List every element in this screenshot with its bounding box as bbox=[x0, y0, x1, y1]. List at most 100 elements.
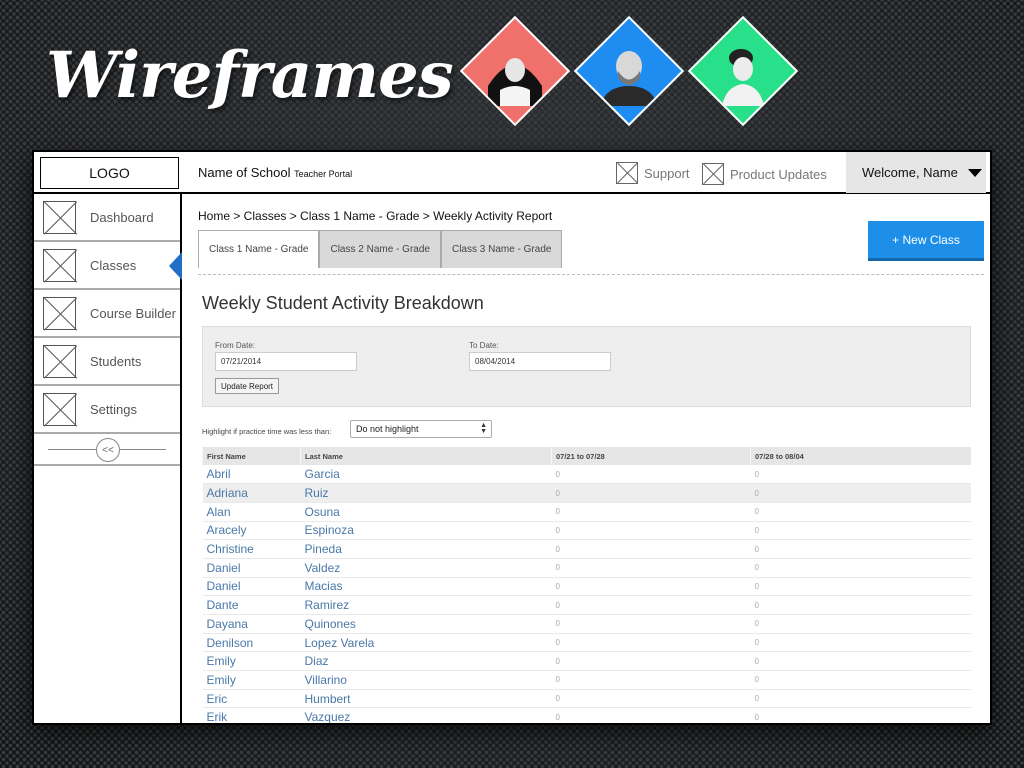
dashboard-icon bbox=[43, 201, 76, 234]
table-body: Abril Garcia 0 0 Adriana Ruiz 0 0 Alan Osuna 0 0 Ara… bbox=[202, 465, 971, 723]
support-label: Support bbox=[644, 165, 690, 181]
sidebar-item-dashboard[interactable]: Dashboard bbox=[34, 194, 180, 242]
table-row[interactable]: Adriana Ruiz 0 0 bbox=[202, 483, 971, 503]
first-name-cell[interactable]: Alan bbox=[202, 502, 301, 522]
table-row[interactable]: Daniel Macias 0 0 bbox=[202, 577, 971, 597]
from-date-label: From Date: bbox=[215, 341, 256, 350]
last-name-cell[interactable]: Vazquez bbox=[300, 707, 552, 723]
table-row[interactable]: Christine Pineda 0 0 bbox=[202, 539, 971, 559]
week-1-cell: 0 bbox=[551, 539, 751, 559]
tab-class-3[interactable]: Class 3 Name - Grade bbox=[440, 230, 563, 268]
class-tabs: Class 1 Name - Grade Class 2 Name - Grad… bbox=[198, 230, 563, 268]
slide-title: Wireframes bbox=[46, 38, 454, 113]
first-name-cell[interactable]: Abril bbox=[202, 465, 301, 485]
new-class-button[interactable]: + New Class bbox=[868, 221, 984, 261]
week-2-cell: 0 bbox=[750, 558, 971, 578]
week-1-cell: 0 bbox=[551, 577, 751, 597]
last-name-cell[interactable]: Valdez bbox=[300, 558, 552, 578]
product-updates-icon bbox=[702, 163, 724, 185]
table-row[interactable]: Dayana Quinones 0 0 bbox=[202, 614, 971, 634]
first-name-cell[interactable]: Daniel bbox=[202, 577, 301, 597]
first-name-cell[interactable]: Dante bbox=[202, 595, 301, 615]
table-row[interactable]: Abril Garcia 0 0 bbox=[202, 465, 971, 485]
first-name-cell[interactable]: Denilson bbox=[202, 633, 301, 653]
to-date-label: To Date: bbox=[469, 341, 499, 350]
sidebar-item-course-builder[interactable]: Course Builder bbox=[34, 290, 180, 338]
table-row[interactable]: Emily Villarino 0 0 bbox=[202, 670, 971, 690]
table-row[interactable]: Daniel Valdez 0 0 bbox=[202, 558, 971, 578]
first-name-cell[interactable]: Christine bbox=[202, 539, 301, 559]
week-1-cell: 0 bbox=[551, 689, 751, 709]
from-date-field[interactable]: 07/21/2014 bbox=[215, 352, 357, 371]
sidebar-item-classes[interactable]: Classes bbox=[34, 242, 182, 290]
update-report-button[interactable]: Update Report bbox=[215, 378, 280, 394]
column-header-first-name[interactable]: First Name bbox=[202, 447, 301, 465]
highlight-select-value: Do not highlight bbox=[356, 424, 419, 434]
collapse-sidebar-button[interactable]: << bbox=[96, 438, 120, 462]
sidebar-item-label: Classes bbox=[90, 257, 137, 273]
first-name-cell[interactable]: Erik bbox=[202, 707, 301, 723]
welcome-label: Welcome, Name bbox=[862, 165, 958, 180]
last-name-cell[interactable]: Quinones bbox=[300, 614, 552, 634]
week-1-cell: 0 bbox=[551, 707, 751, 723]
first-name-cell[interactable]: Daniel bbox=[202, 558, 301, 578]
last-name-cell[interactable]: Villarino bbox=[300, 670, 552, 690]
breadcrumb[interactable]: Home > Classes > Class 1 Name - Grade > … bbox=[198, 209, 552, 223]
portrait-diamond-3 bbox=[687, 15, 799, 127]
product-updates-label: Product Updates bbox=[730, 166, 827, 182]
portrait-diamond-2 bbox=[573, 15, 685, 127]
highlight-label: Highlight if practice time was less than… bbox=[202, 427, 332, 436]
last-name-cell[interactable]: Ruiz bbox=[300, 483, 552, 503]
table-row[interactable]: Alan Osuna 0 0 bbox=[202, 502, 971, 522]
last-name-cell[interactable]: Lopez Varela bbox=[300, 633, 552, 653]
school-name: Name of School Teacher Portal bbox=[198, 165, 352, 180]
first-name-cell[interactable]: Emily bbox=[202, 670, 301, 690]
last-name-cell[interactable]: Ramirez bbox=[300, 595, 552, 615]
sidebar-item-label: Course Builder bbox=[90, 305, 176, 321]
wireframe-window: LOGO Name of School Teacher Portal Suppo… bbox=[32, 150, 992, 725]
first-name-cell[interactable]: Aracely bbox=[202, 521, 301, 541]
column-header-week-1[interactable]: 07/21 to 07/28 bbox=[551, 447, 751, 465]
week-1-cell: 0 bbox=[551, 558, 751, 578]
first-name-cell[interactable]: Eric bbox=[202, 689, 301, 709]
week-2-cell: 0 bbox=[750, 614, 971, 634]
last-name-cell[interactable]: Espinoza bbox=[300, 521, 552, 541]
product-updates-link[interactable]: Product Updates bbox=[702, 163, 827, 185]
table-row[interactable]: Eric Humbert 0 0 bbox=[202, 689, 971, 709]
portrait-icon bbox=[488, 58, 542, 106]
support-link[interactable]: Support bbox=[616, 162, 690, 184]
table-row[interactable]: Dante Ramirez 0 0 bbox=[202, 595, 971, 615]
last-name-cell[interactable]: Osuna bbox=[300, 502, 552, 522]
table-row[interactable]: Emily Diaz 0 0 bbox=[202, 651, 971, 672]
week-2-cell: 0 bbox=[750, 689, 971, 709]
table-row[interactable]: Erik Vazquez 0 0 bbox=[202, 707, 971, 723]
last-name-cell[interactable]: Pineda bbox=[300, 539, 552, 559]
column-header-week-2[interactable]: 07/28 to 08/04 bbox=[750, 447, 971, 465]
tab-class-2[interactable]: Class 2 Name - Grade bbox=[319, 230, 441, 268]
table-row[interactable]: Denilson Lopez Varela 0 0 bbox=[202, 633, 971, 653]
week-1-cell: 0 bbox=[551, 614, 751, 634]
first-name-cell[interactable]: Adriana bbox=[202, 483, 301, 503]
school-name-text: Name of School bbox=[198, 165, 291, 180]
to-date-field[interactable]: 08/04/2014 bbox=[469, 352, 611, 371]
week-2-cell: 0 bbox=[750, 707, 971, 723]
week-2-cell: 0 bbox=[750, 670, 971, 690]
first-name-cell[interactable]: Dayana bbox=[202, 614, 301, 634]
week-1-cell: 0 bbox=[551, 651, 751, 672]
last-name-cell[interactable]: Garcia bbox=[300, 465, 552, 485]
highlight-select[interactable]: Do not highlight ▲ ▼ bbox=[350, 420, 492, 438]
column-header-last-name[interactable]: Last Name bbox=[300, 447, 552, 465]
last-name-cell[interactable]: Macias bbox=[300, 577, 552, 597]
week-1-cell: 0 bbox=[551, 521, 751, 541]
user-menu[interactable]: Welcome, Name bbox=[846, 152, 986, 193]
sidebar-item-settings[interactable]: Settings bbox=[34, 386, 180, 434]
settings-icon bbox=[43, 393, 76, 426]
tab-class-1[interactable]: Class 1 Name - Grade bbox=[198, 230, 320, 268]
last-name-cell[interactable]: Diaz bbox=[300, 651, 552, 672]
logo[interactable]: LOGO bbox=[40, 157, 179, 189]
first-name-cell[interactable]: Emily bbox=[202, 651, 301, 672]
last-name-cell[interactable]: Humbert bbox=[300, 689, 552, 709]
table-row[interactable]: Aracely Espinoza 0 0 bbox=[202, 521, 971, 541]
sidebar-item-students[interactable]: Students bbox=[34, 338, 180, 386]
main-content: Home > Classes > Class 1 Name - Grade > … bbox=[184, 194, 990, 723]
